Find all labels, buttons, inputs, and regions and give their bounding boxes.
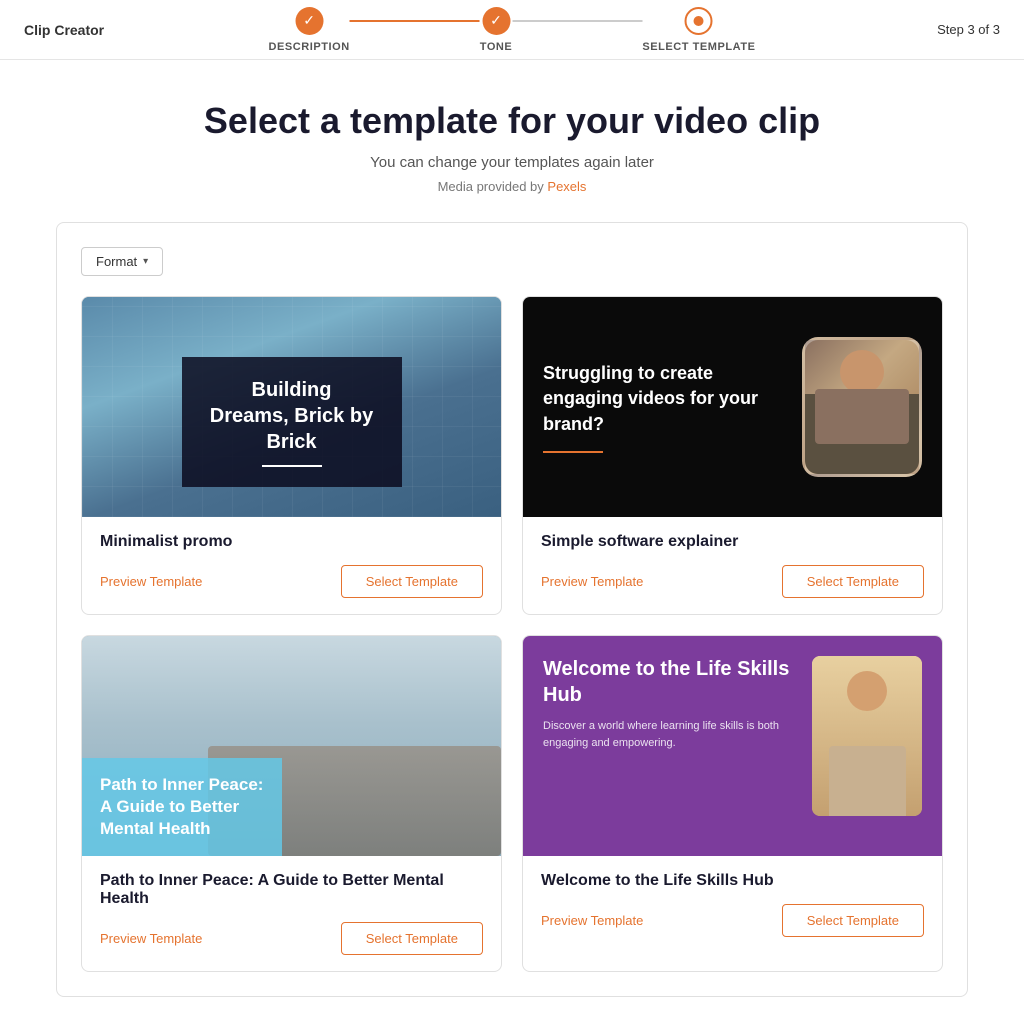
- software-underline: [543, 451, 603, 453]
- step-description: ✓ DESCRIPTION: [269, 7, 350, 53]
- step-count: Step 3 of 3: [937, 22, 1000, 37]
- card-actions-minimalist: Preview Template Select Template: [100, 565, 483, 598]
- main-content: Select a template for your video clip Yo…: [32, 60, 992, 1021]
- mental-overlay-text: Path to Inner Peace: A Guide to Better M…: [100, 774, 264, 840]
- format-label: Format: [96, 254, 137, 269]
- media-credit: Media provided by Pexels: [56, 179, 968, 194]
- card-actions-software: Preview Template Select Template: [541, 565, 924, 598]
- format-button[interactable]: Format ▾: [81, 247, 163, 276]
- media-credit-prefix: Media provided by: [438, 179, 548, 194]
- thumbnail-software: Struggling to create engaging videos for…: [523, 297, 942, 517]
- life-person-image: [812, 656, 922, 816]
- progress-steps: ✓ DESCRIPTION ✓ TONE SELECT TEMPLATE: [269, 7, 756, 53]
- page-heading: Select a template for your video clip: [56, 100, 968, 142]
- template-card-life: Welcome to the Life Skills Hub Discover …: [522, 635, 943, 972]
- select-button-life[interactable]: Select Template: [782, 904, 924, 937]
- card-info-mental: Path to Inner Peace: A Guide to Better M…: [82, 856, 501, 971]
- card-title-software: Simple software explainer: [541, 533, 924, 551]
- card-title-minimalist: Minimalist promo: [100, 533, 483, 551]
- select-button-software[interactable]: Select Template: [782, 565, 924, 598]
- step-label-description: DESCRIPTION: [269, 41, 350, 53]
- life-overlay-main: Welcome to the Life Skills Hub: [543, 656, 796, 708]
- select-button-mental[interactable]: Select Template: [341, 922, 483, 955]
- software-person-image: [802, 337, 922, 477]
- thumbnail-life: Welcome to the Life Skills Hub Discover …: [523, 636, 942, 856]
- step-select-template: SELECT TEMPLATE: [642, 7, 755, 53]
- pexels-link[interactable]: Pexels: [547, 179, 586, 194]
- minimalist-text-overlay: Building Dreams, Brick by Brick: [182, 357, 402, 487]
- template-grid: Building Dreams, Brick by Brick Minimali…: [81, 296, 943, 972]
- page-subtitle: You can change your templates again late…: [56, 154, 968, 171]
- preview-link-minimalist[interactable]: Preview Template: [100, 574, 202, 589]
- top-nav: Clip Creator ✓ DESCRIPTION ✓ TONE SELECT…: [0, 0, 1024, 60]
- step-tone: ✓ TONE: [480, 7, 513, 53]
- step-circle-tone: ✓: [482, 7, 510, 35]
- preview-link-mental[interactable]: Preview Template: [100, 931, 202, 946]
- card-actions-life: Preview Template Select Template: [541, 904, 924, 937]
- template-card-software: Struggling to create engaging videos for…: [522, 296, 943, 615]
- chevron-down-icon: ▾: [143, 256, 148, 267]
- step-circle-description: ✓: [295, 7, 323, 35]
- select-button-minimalist[interactable]: Select Template: [341, 565, 483, 598]
- card-title-life: Welcome to the Life Skills Hub: [541, 872, 924, 890]
- mental-text-overlay: Path to Inner Peace: A Guide to Better M…: [82, 758, 282, 856]
- template-container: Format ▾ Building Dreams, Brick by Brick: [56, 222, 968, 997]
- card-info-software: Simple software explainer Preview Templa…: [523, 517, 942, 614]
- connector-1: [350, 20, 480, 22]
- step-label-select-template: SELECT TEMPLATE: [642, 41, 755, 53]
- minimalist-underline: [262, 465, 322, 467]
- software-text-block: Struggling to create engaging videos for…: [543, 361, 782, 453]
- thumbnail-minimalist: Building Dreams, Brick by Brick: [82, 297, 501, 517]
- card-info-life: Welcome to the Life Skills Hub Preview T…: [523, 856, 942, 953]
- minimalist-overlay-text: Building Dreams, Brick by Brick: [210, 377, 374, 455]
- connector-2: [512, 20, 642, 22]
- life-overlay-sub: Discover a world where learning life ski…: [543, 718, 796, 751]
- template-card-minimalist: Building Dreams, Brick by Brick Minimali…: [81, 296, 502, 615]
- life-text-block: Welcome to the Life Skills Hub Discover …: [543, 656, 796, 751]
- card-actions-mental: Preview Template Select Template: [100, 922, 483, 955]
- thumbnail-mental: Path to Inner Peace: A Guide to Better M…: [82, 636, 501, 856]
- app-title: Clip Creator: [24, 22, 104, 38]
- template-card-mental: Path to Inner Peace: A Guide to Better M…: [81, 635, 502, 972]
- step-label-tone: TONE: [480, 41, 513, 53]
- card-info-minimalist: Minimalist promo Preview Template Select…: [82, 517, 501, 614]
- card-title-mental: Path to Inner Peace: A Guide to Better M…: [100, 872, 483, 908]
- step-circle-select-template: [685, 7, 713, 35]
- software-overlay-text: Struggling to create engaging videos for…: [543, 361, 782, 437]
- preview-link-life[interactable]: Preview Template: [541, 913, 643, 928]
- preview-link-software[interactable]: Preview Template: [541, 574, 643, 589]
